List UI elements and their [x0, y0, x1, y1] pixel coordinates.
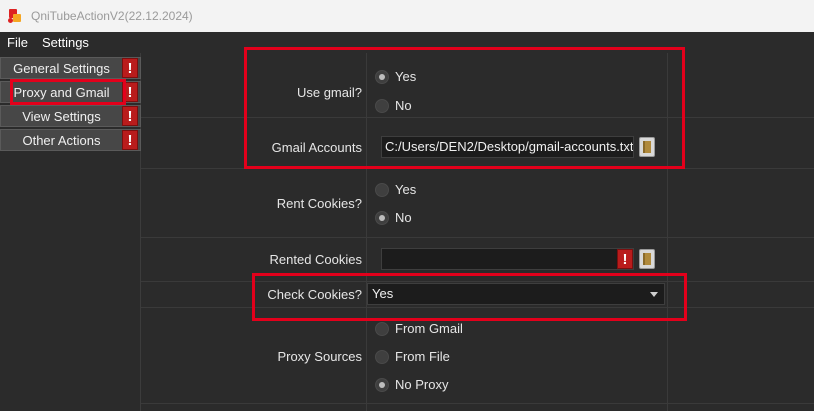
rent-cookies-yes-radio[interactable]: Yes [375, 182, 416, 197]
exclamation-icon: ! [122, 58, 138, 78]
rented-cookies-browse-button[interactable] [639, 249, 655, 269]
radio-unchecked-icon [375, 321, 389, 336]
exclamation-icon: ! [122, 106, 138, 126]
menu-bar: File Settings [0, 32, 814, 53]
window-titlebar: QniTubeActionV2(22.12.2024) [0, 0, 814, 32]
use-gmail-label: Use gmail? [296, 85, 362, 100]
sidebar-item-label: General Settings [13, 60, 110, 76]
sidebar-item-other-actions[interactable]: Other Actions ! [0, 129, 141, 151]
radio-label: Yes [395, 182, 417, 197]
radio-unchecked-icon [375, 98, 389, 113]
gmail-accounts-path-field[interactable]: C:/Users/DEN2/Desktop/gmail-accounts.txt [381, 136, 634, 158]
row-divider [141, 403, 814, 404]
rented-cookies-label: Rented Cookies [269, 252, 363, 267]
sidebar: General Settings ! Proxy and Gmail ! Vie… [0, 53, 141, 411]
radio-checked-icon [375, 69, 389, 84]
radio-label: No Proxy [395, 377, 449, 392]
check-cookies-label: Check Cookies? [267, 287, 362, 302]
gmail-accounts-label: Gmail Accounts [271, 140, 362, 155]
rented-cookies-field[interactable] [381, 248, 634, 270]
radio-checked-icon [375, 210, 389, 225]
radio-unchecked-icon [375, 349, 389, 364]
sidebar-item-label: Proxy and Gmail [13, 84, 110, 100]
sidebar-item-label: Other Actions [22, 132, 101, 148]
rent-cookies-no-radio[interactable]: No [375, 210, 412, 225]
rent-cookies-label: Rent Cookies? [276, 196, 362, 211]
grid-divider [366, 53, 367, 411]
row-divider [141, 168, 814, 169]
row-divider [141, 307, 814, 308]
window-title: QniTubeActionV2(22.12.2024) [31, 9, 193, 23]
settings-panel: Use gmail? Yes No Gmail Accounts C:/User… [141, 53, 814, 411]
sidebar-item-view-settings[interactable]: View Settings ! [0, 105, 141, 127]
proxy-source-from-gmail-radio[interactable]: From Gmail [375, 321, 463, 336]
radio-label: From Gmail [395, 321, 463, 336]
radio-unchecked-icon [375, 182, 389, 197]
radio-checked-icon [375, 377, 389, 392]
use-gmail-yes-radio[interactable]: Yes [375, 69, 416, 84]
row-divider [141, 281, 814, 282]
exclamation-icon: ! [617, 249, 633, 269]
folder-browse-icon [643, 253, 651, 265]
row-divider [141, 237, 814, 238]
use-gmail-no-radio[interactable]: No [375, 98, 412, 113]
proxy-sources-label: Proxy Sources [277, 349, 362, 364]
dropdown-value: Yes [372, 286, 394, 301]
check-cookies-dropdown[interactable]: Yes [367, 283, 665, 305]
exclamation-icon: ! [122, 82, 138, 102]
row-divider [141, 117, 814, 118]
radio-label: No [395, 98, 412, 113]
proxy-source-from-file-radio[interactable]: From File [375, 349, 450, 364]
radio-label: From File [395, 349, 450, 364]
gmail-accounts-browse-button[interactable] [639, 137, 655, 157]
radio-label: No [395, 210, 412, 225]
exclamation-icon: ! [122, 130, 138, 150]
app-logo-icon [7, 8, 23, 24]
menu-settings[interactable]: Settings [35, 32, 96, 53]
proxy-source-no-proxy-radio[interactable]: No Proxy [375, 377, 448, 392]
grid-divider [667, 53, 668, 411]
chevron-down-icon [650, 292, 658, 297]
folder-browse-icon [643, 141, 651, 153]
sidebar-item-general-settings[interactable]: General Settings ! [0, 57, 141, 79]
sidebar-item-label: View Settings [22, 108, 101, 124]
menu-file[interactable]: File [0, 32, 35, 53]
sidebar-item-proxy-and-gmail[interactable]: Proxy and Gmail ! [0, 81, 141, 103]
radio-label: Yes [395, 69, 417, 84]
